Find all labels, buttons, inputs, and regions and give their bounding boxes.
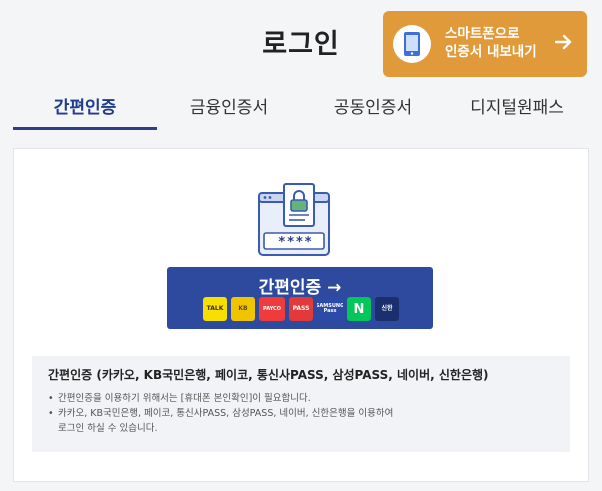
info-line: 로그인 하실 수 있습니다. <box>58 423 158 434</box>
info-line-text: 카카오, KB국민은행, 페이코, 통신사PASS, 삼성PASS, 네이버, … <box>58 408 394 419</box>
export-cert-to-smartphone-button[interactable]: 스마트폰으로 인증서 내보내기 <box>383 11 587 77</box>
phone-icon <box>393 25 431 63</box>
arrow-right-icon <box>554 34 573 54</box>
provider-logo-row: TALK KB PAYCO PASS SAMSUNG Pass N 신한 <box>203 297 399 321</box>
info-line: • 간편인증을 이용하기 위해서는 [휴대폰 본인확인]이 필요합니다. <box>48 393 311 404</box>
samsung-pass-logo-icon: SAMSUNG Pass <box>317 297 343 321</box>
info-title: 간편인증 (카카오, KB국민은행, 페이코, 통신사PASS, 삼성PASS,… <box>48 368 489 382</box>
simple-auth-info-box: 간편인증 (카카오, KB국민은행, 페이코, 통신사PASS, 삼성PASS,… <box>32 356 570 452</box>
password-mask: **** <box>278 235 314 250</box>
tab-joint-cert[interactable]: 공동인증서 <box>301 90 445 130</box>
auth-method-tabs: 간편인증 금융인증서 공동인증서 디지털원패스 <box>13 90 589 130</box>
info-line: • 카카오, KB국민은행, 페이코, 통신사PASS, 삼성PASS, 네이버,… <box>48 408 394 419</box>
export-cert-label-line1: 스마트폰으로 <box>445 26 520 42</box>
info-line-text: 간편인증을 이용하기 위해서는 [휴대폰 본인확인]이 필요합니다. <box>58 393 311 404</box>
tab-digital-onepass[interactable]: 디지털원패스 <box>445 90 589 130</box>
kakao-logo-icon: TALK <box>203 297 227 321</box>
tab-simple-auth[interactable]: 간편인증 <box>13 90 157 130</box>
payco-logo-icon: PAYCO <box>259 297 285 321</box>
pass-logo-icon: PASS <box>289 297 313 321</box>
simple-auth-button[interactable]: 간편인증 → TALK KB PAYCO PASS SAMSUNG Pass N… <box>167 267 433 329</box>
kb-logo-icon: KB <box>231 297 255 321</box>
shinhan-logo-icon: 신한 <box>375 297 399 321</box>
naver-logo-icon: N <box>347 297 371 321</box>
simple-auth-button-label: 간편인증 → <box>258 278 342 298</box>
certificate-lock-icon: **** <box>258 183 344 265</box>
tab-financial-cert[interactable]: 금융인증서 <box>157 90 301 130</box>
export-cert-label-line2: 인증서 내보내기 <box>445 44 537 60</box>
simple-auth-panel: **** 간편인증 → TALK KB PAYCO PASS SAMSUNG P… <box>13 148 589 482</box>
export-cert-label: 스마트폰으로 인증서 내보내기 <box>445 25 555 61</box>
